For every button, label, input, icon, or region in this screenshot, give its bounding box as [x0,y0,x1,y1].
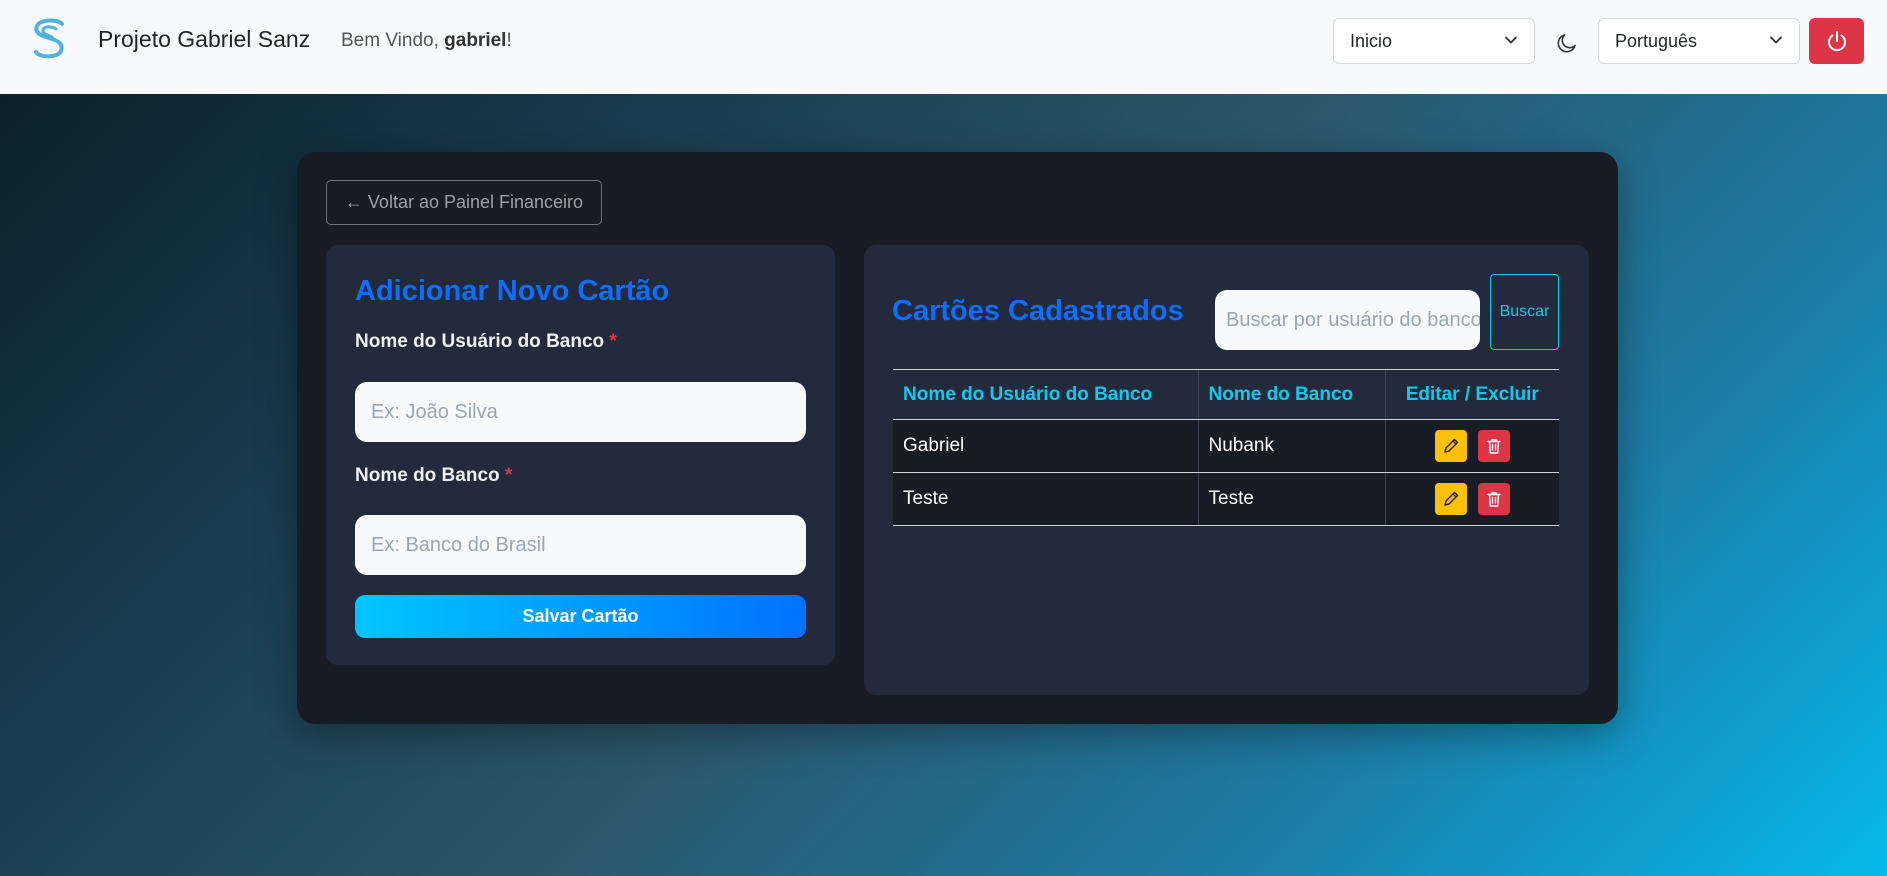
pencil-icon [1443,491,1458,506]
cell-actions [1384,419,1559,473]
page-select-value: Inicio [1350,30,1393,51]
back-to-dashboard-button[interactable]: ← Voltar ao Painel Financeiro [326,180,602,225]
table-row: Teste Teste [893,472,1559,526]
welcome-prefix: Bem Vindo, [341,30,445,51]
form-title: Adicionar Novo Cartão [355,275,670,307]
language-select-value: Português [1615,30,1698,51]
list-title: Cartões Cadastrados [892,295,1184,327]
search-input[interactable] [1215,290,1480,350]
required-mark: * [504,465,513,486]
user-name-input[interactable] [355,382,806,442]
bank-name-label: Nome do Banco * [355,465,512,487]
table-row: Gabriel Nubank [893,419,1559,473]
brand-title[interactable]: Projeto Gabriel Sanz [98,26,310,53]
pencil-icon [1443,438,1458,453]
cards-table: Nome do Usuário do Banco Nome do Banco E… [893,369,1559,526]
column-header-actions: Editar / Excluir [1384,369,1559,420]
cell-bank: Nubank [1197,419,1385,473]
trash-icon [1487,439,1501,454]
cell-user: Teste [893,472,1198,526]
table-header-row: Nome do Usuário do Banco Nome do Banco E… [893,369,1559,420]
column-header-bank: Nome do Banco [1197,369,1385,420]
edit-button[interactable] [1434,483,1467,515]
logout-button[interactable] [1809,18,1864,64]
column-header-user: Nome do Usuário do Banco [893,369,1198,420]
bank-name-label-text: Nome do Banco [355,465,500,486]
power-icon [1827,31,1846,52]
moon-icon[interactable] [1555,31,1579,55]
edit-button[interactable] [1434,430,1467,462]
welcome-username: gabriel [444,30,507,51]
user-name-label-text: Nome do Usuário do Banco [355,331,605,352]
welcome-message: Bem Vindo, gabriel! [341,30,512,52]
cell-bank: Teste [1197,472,1385,526]
welcome-suffix: ! [506,30,512,51]
user-name-label: Nome do Usuário do Banco * [355,331,617,353]
chevron-down-icon [1770,36,1782,44]
logo-s-icon[interactable] [28,16,70,60]
chevron-down-icon [1505,36,1517,44]
cell-user: Gabriel [893,419,1198,473]
delete-button[interactable] [1477,483,1510,515]
cell-actions [1384,472,1559,526]
trash-icon [1487,492,1501,507]
save-card-button[interactable]: Salvar Cartão [355,595,806,638]
bank-name-input[interactable] [355,515,806,575]
top-navbar: Projeto Gabriel Sanz Bem Vindo, gabriel!… [0,0,1887,94]
language-select[interactable]: Português [1598,18,1800,64]
required-mark: * [609,331,617,352]
page-select[interactable]: Inicio [1333,18,1535,64]
delete-button[interactable] [1477,430,1510,462]
search-button[interactable]: Buscar [1490,274,1559,350]
